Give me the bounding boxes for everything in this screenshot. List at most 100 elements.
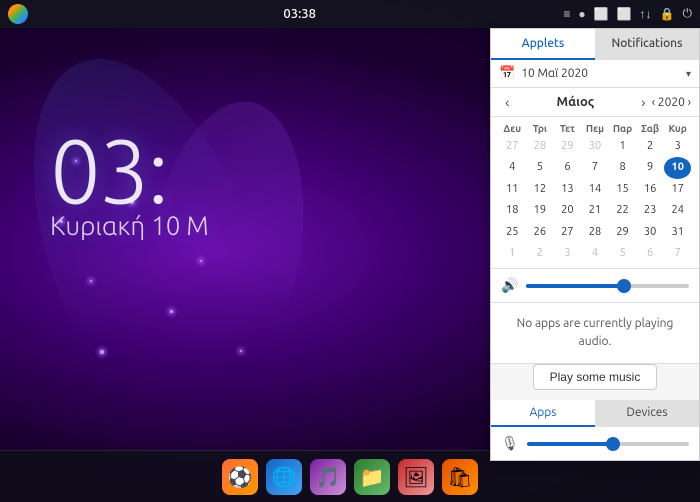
calendar-day-cell[interactable]: 4 bbox=[582, 243, 609, 264]
desktop-date: Κυριακή 10 Μ bbox=[50, 211, 209, 240]
calendar-day-cell[interactable]: 20 bbox=[554, 200, 581, 221]
calendar-day-cell[interactable]: 28 bbox=[582, 222, 609, 243]
calendar-day-header: Τετ bbox=[554, 121, 581, 136]
calendar-day-cell[interactable]: 8 bbox=[609, 157, 636, 178]
month-next-button[interactable]: › bbox=[635, 92, 652, 112]
calendar-day-cell[interactable]: 26 bbox=[527, 222, 554, 243]
taskbar: 03:38 ≡ ● ⬜ ⬜ ↑↓ 🔒 ⏻ bbox=[0, 0, 700, 28]
desktop-time: 03: bbox=[50, 120, 209, 221]
calendar-day-cell[interactable]: 18 bbox=[499, 200, 526, 221]
calendar-day-cell[interactable]: 30 bbox=[637, 222, 664, 243]
tab-notifications[interactable]: Notifications bbox=[595, 29, 699, 60]
calendar-day-cell[interactable]: 24 bbox=[664, 200, 691, 221]
calendar-day-cell[interactable]: 31 bbox=[664, 222, 691, 243]
calendar-day-header: Πεμ bbox=[582, 121, 609, 136]
calendar-day-cell[interactable]: 29 bbox=[609, 222, 636, 243]
volume-section: 🔊 bbox=[491, 269, 699, 303]
calendar-day-cell[interactable]: 11 bbox=[499, 179, 526, 200]
tab-applets[interactable]: Applets bbox=[491, 29, 595, 60]
calendar-day-cell[interactable]: 23 bbox=[637, 200, 664, 221]
mic-slider[interactable] bbox=[527, 442, 689, 446]
calendar-day-cell[interactable]: 12 bbox=[527, 179, 554, 200]
calendar-day-cell[interactable]: 30 bbox=[582, 136, 609, 157]
microphone-icon: 🎙 bbox=[501, 435, 519, 452]
calendar-day-cell[interactable]: 5 bbox=[609, 243, 636, 264]
taskbar-icon-power[interactable]: ⏻ bbox=[683, 7, 693, 21]
calendar-day-cell[interactable]: 9 bbox=[637, 157, 664, 178]
taskbar-icon-dot[interactable]: ● bbox=[578, 7, 585, 21]
dock-icon-music[interactable]: 🎵 bbox=[310, 459, 346, 495]
calendar-day-header: Δευ bbox=[499, 121, 526, 136]
calendar-day-cell[interactable]: 3 bbox=[664, 136, 691, 157]
tab-devices[interactable]: Devices bbox=[595, 400, 699, 427]
calendar-selected-date: 10 Μαϊ 2020 bbox=[521, 67, 686, 80]
calendar-day-cell[interactable]: 28 bbox=[527, 136, 554, 157]
calendar-day-cell[interactable]: 1 bbox=[609, 136, 636, 157]
calendar-day-cell[interactable]: 15 bbox=[609, 179, 636, 200]
panel-tabs: Applets Notifications bbox=[491, 29, 699, 60]
taskbar-icon-window2[interactable]: ⬜ bbox=[617, 7, 632, 21]
calendar-day-cell[interactable]: 7 bbox=[664, 243, 691, 264]
calendar-day-cell[interactable]: 17 bbox=[664, 179, 691, 200]
calendar-day-cell[interactable]: 6 bbox=[554, 157, 581, 178]
clock-display[interactable]: 03:38 bbox=[283, 7, 316, 21]
calendar-weeks: 2728293012345678910111213141516171819202… bbox=[499, 136, 691, 264]
calendar-day-cell[interactable]: 29 bbox=[554, 136, 581, 157]
calendar-day-cell[interactable]: 5 bbox=[527, 157, 554, 178]
calendar-day-cell[interactable]: 21 bbox=[582, 200, 609, 221]
calendar-day-cell[interactable]: 7 bbox=[582, 157, 609, 178]
month-nav: ‹ Μάιος › ‹ 2020 › bbox=[491, 88, 699, 117]
dock-icon-soccer[interactable]: ⚽ bbox=[222, 459, 258, 495]
calendar-day-cell[interactable]: 4 bbox=[499, 157, 526, 178]
year-nav: ‹ 2020 › bbox=[652, 96, 691, 109]
dock-icon-photos[interactable]: 🖼 bbox=[398, 459, 434, 495]
taskbar-left bbox=[8, 4, 36, 24]
mic-fill bbox=[527, 442, 616, 446]
mic-thumb bbox=[606, 437, 620, 451]
dock-icon-files[interactable]: 📁 bbox=[354, 459, 390, 495]
desktop: 03:38 ≡ ● ⬜ ⬜ ↑↓ 🔒 ⏻ 03: Κυριακή 10 Μ Ap… bbox=[0, 0, 700, 502]
play-music-button[interactable]: Play some music bbox=[533, 364, 658, 390]
dock-icon-browser[interactable]: 🌐 bbox=[266, 459, 302, 495]
calendar-day-cell[interactable]: 2 bbox=[527, 243, 554, 264]
calendar-week-row: 45678910 bbox=[499, 157, 691, 178]
calendar-day-cell[interactable]: 2 bbox=[637, 136, 664, 157]
taskbar-icon-menu[interactable]: ≡ bbox=[563, 7, 570, 21]
calendar-day-cell[interactable]: 27 bbox=[554, 222, 581, 243]
calendar-week-row: 18192021222324 bbox=[499, 200, 691, 221]
calendar-day-cell[interactable]: 14 bbox=[582, 179, 609, 200]
volume-slider[interactable] bbox=[526, 284, 689, 288]
calendar-day-cell[interactable]: 22 bbox=[609, 200, 636, 221]
taskbar-icon-lock[interactable]: 🔒 bbox=[660, 7, 675, 21]
calendar-day-header: Σαβ bbox=[637, 121, 664, 136]
volume-thumb bbox=[617, 279, 631, 293]
calendar-day-cell[interactable]: 25 bbox=[499, 222, 526, 243]
calendar-date-selector[interactable]: 📅 10 Μαϊ 2020 ▾ bbox=[491, 60, 699, 88]
calendar-week-row: 25262728293031 bbox=[499, 222, 691, 243]
panel-popup: Applets Notifications 📅 10 Μαϊ 2020 ▾ ‹ … bbox=[490, 28, 700, 461]
calendar-day-cell[interactable]: 16 bbox=[637, 179, 664, 200]
calendar-header-row: ΔευΤριΤετΠεμΠαρΣαβΚυρ bbox=[499, 121, 691, 136]
taskbar-right: ≡ ● ⬜ ⬜ ↑↓ 🔒 ⏻ bbox=[563, 7, 692, 21]
calendar-day-cell[interactable]: 1 bbox=[499, 243, 526, 264]
calendar-icon: 📅 bbox=[499, 66, 515, 81]
calendar-day-cell[interactable]: 19 bbox=[527, 200, 554, 221]
calendar-day-cell[interactable]: 3 bbox=[554, 243, 581, 264]
tab-apps[interactable]: Apps bbox=[491, 400, 595, 427]
calendar-day-cell[interactable]: 13 bbox=[554, 179, 581, 200]
volume-icon: 🔊 bbox=[501, 277, 518, 294]
dock-icon-store[interactable]: 🛍 bbox=[442, 459, 478, 495]
calendar-day-cell[interactable]: 6 bbox=[637, 243, 664, 264]
calendar-week-row: 27282930123 bbox=[499, 136, 691, 157]
bottom-tabs: Apps Devices bbox=[491, 400, 699, 427]
month-prev-button[interactable]: ‹ bbox=[499, 92, 516, 112]
taskbar-icon-network[interactable]: ↑↓ bbox=[640, 7, 652, 21]
taskbar-icon-window[interactable]: ⬜ bbox=[594, 7, 609, 21]
calendar-dropdown-arrow: ▾ bbox=[686, 68, 691, 80]
calendar-grid: ΔευΤριΤετΠεμΠαρΣαβΚυρ 272829301234567891… bbox=[491, 117, 699, 269]
calendar-day-cell[interactable]: 10 bbox=[664, 157, 691, 178]
mic-section: 🎙 bbox=[491, 427, 699, 460]
calendar-day-cell[interactable]: 27 bbox=[499, 136, 526, 157]
taskbar-center: 03:38 bbox=[36, 7, 563, 21]
menu-icon[interactable] bbox=[8, 4, 28, 24]
